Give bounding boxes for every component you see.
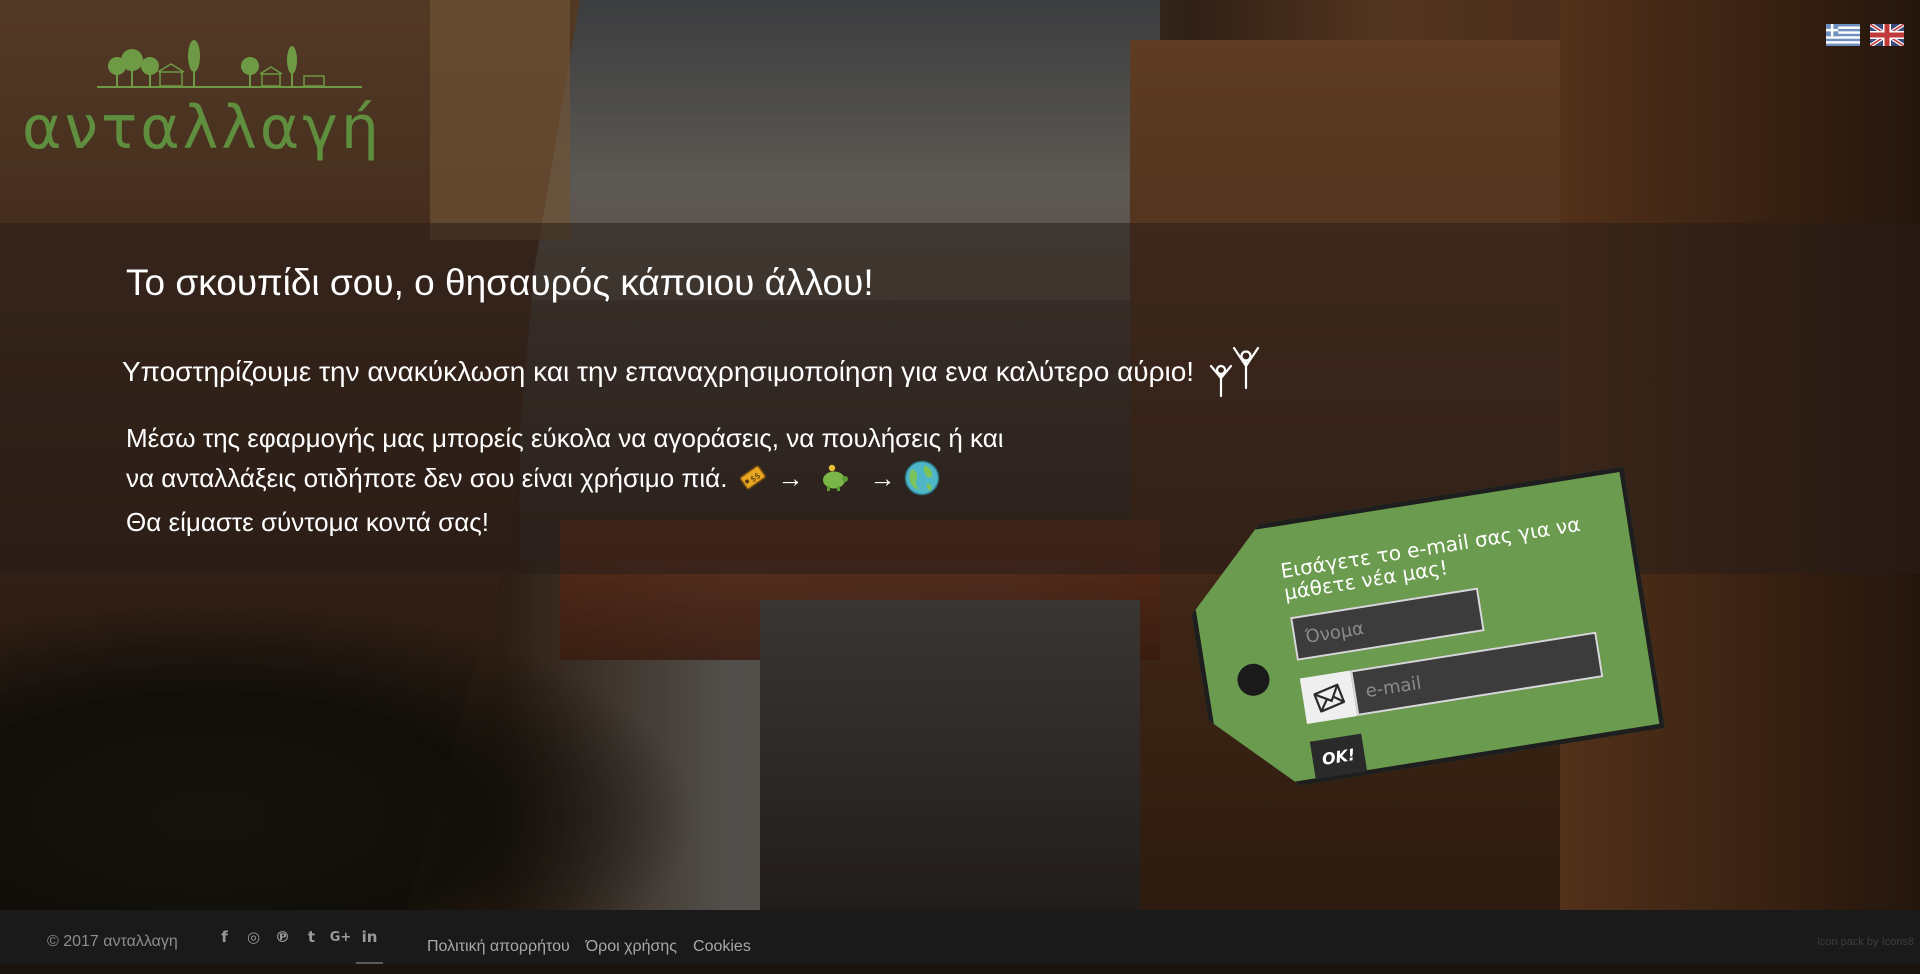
facebook-icon[interactable]: f: [215, 910, 234, 964]
envelope-icon: [1300, 671, 1358, 724]
trees-logo-icon: [97, 40, 362, 88]
footer-links: Πολιτική απορρήτου Όροι χρήσης Cookies: [427, 910, 751, 974]
footer: © 2017 ανταλλαγη f ◎ ℗ t G+ in Πολιτική …: [0, 910, 1920, 964]
brand-logo[interactable]: ανταλλαγή: [22, 36, 379, 166]
newsletter-title: Εισάγετε το e-mail σας για να μάθετε νέα…: [1278, 511, 1582, 605]
hero-body-line-2: να ανταλλάξεις οτιδήποτε δεν σου είναι χ…: [126, 463, 728, 493]
instagram-icon[interactable]: ◎: [244, 910, 263, 964]
price-tag-icon: $$: [740, 465, 767, 490]
hero-title: Το σκουπίδι σου, ο θησαυρός κάποιου άλλο…: [126, 262, 874, 303]
logo-text: ανταλλαγή: [22, 93, 382, 163]
submit-button[interactable]: OK!: [1310, 734, 1367, 780]
people-cheering-icon: [1209, 346, 1260, 398]
hero-subtitle: Υποστηρίζουμε την ανακύκλωση και την επα…: [122, 356, 1195, 387]
arrow-1: →: [777, 463, 804, 493]
cookies-link[interactable]: Cookies: [693, 938, 751, 956]
hero-subtitle-row: Υποστηρίζουμε την ανακύκλωση και την επα…: [122, 344, 1264, 400]
uk-flag-icon[interactable]: [1870, 24, 1904, 46]
linkedin-icon[interactable]: in: [356, 910, 383, 964]
greek-flag-icon[interactable]: [1826, 24, 1860, 46]
google-plus-icon[interactable]: G+: [330, 910, 352, 964]
privacy-policy-link[interactable]: Πολιτική απορρήτου: [427, 938, 570, 956]
terms-link[interactable]: Όροι χρήσης: [586, 938, 677, 956]
pinterest-icon[interactable]: ℗: [273, 910, 292, 964]
social-links: f ◎ ℗ t G+ in: [215, 910, 383, 964]
tag-hole: [1235, 661, 1272, 698]
globe-icon: [905, 460, 940, 496]
icon-credit[interactable]: Icon pack by Icons8: [1817, 910, 1914, 974]
language-switcher: [1826, 24, 1904, 46]
hero-body-line-3: Θα είμαστε σύντομα κοντά σας!: [126, 507, 489, 537]
twitter-icon[interactable]: t: [302, 910, 321, 964]
copyright-text: © 2017 ανταλλαγη: [47, 933, 178, 950]
hero-body-line-1: Μέσω της εφαρμογής μας μπορείς εύκολα να…: [126, 423, 1004, 453]
arrow-2: →: [869, 463, 896, 493]
piggy-bank-icon: [823, 464, 849, 491]
hero-description: Μέσω της εφαρμογής μας μπορείς εύκολα να…: [126, 418, 1004, 542]
